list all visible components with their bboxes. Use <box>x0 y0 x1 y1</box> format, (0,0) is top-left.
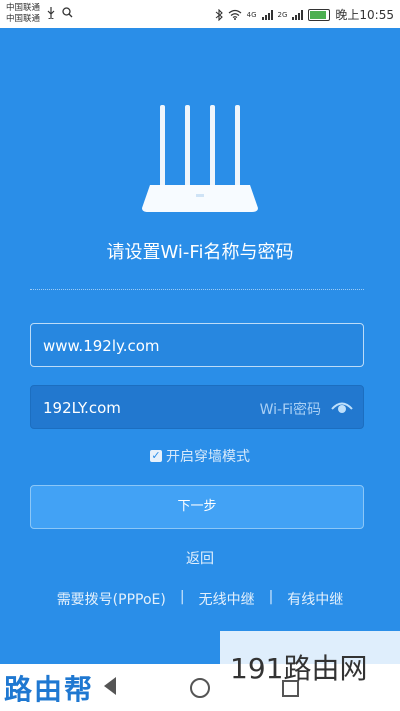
connection-mode-links: 需要拨号(PPPoE) | 无线中继 | 有线中继 <box>0 589 400 609</box>
pppoe-link[interactable]: 需要拨号(PPPoE) <box>57 589 166 609</box>
wifi-password-label: Wi-Fi密码 <box>259 402 321 418</box>
wired-relay-link[interactable]: 有线中继 <box>287 589 343 609</box>
bluetooth-icon <box>215 8 223 21</box>
battery-icon <box>308 8 331 21</box>
link-separator-2: | <box>268 589 274 605</box>
watermark-left: 路由帮 <box>4 673 95 706</box>
eye-icon[interactable] <box>331 400 353 414</box>
battery-fill <box>310 10 326 19</box>
nav-back-icon[interactable] <box>104 677 116 695</box>
back-link[interactable]: 返回 <box>0 548 400 568</box>
nav-home-icon[interactable] <box>190 678 210 698</box>
status-bar: 中国联通 中国联通 4G 2G 晚上10:55 <box>0 0 400 28</box>
link-separator-1: | <box>179 589 185 605</box>
usb-icon <box>47 7 55 19</box>
signal-bars-1-icon <box>261 9 273 20</box>
wireless-relay-link[interactable]: 无线中继 <box>199 589 255 609</box>
status-right: 4G 2G 晚上10:55 <box>215 6 394 23</box>
network-badge-1: 4G <box>246 10 257 19</box>
carrier-name-2: 中国联通 <box>6 14 41 24</box>
signal-bars-2-icon <box>292 9 304 20</box>
wifi-icon <box>228 9 242 20</box>
wall-mode-label: 开启穿墙模式 <box>166 449 250 465</box>
checkbox-checked-icon[interactable]: ✓ <box>150 450 162 462</box>
carrier-info: 中国联通 中国联通 <box>6 3 40 25</box>
network-badge-2: 2G <box>277 10 288 19</box>
divider <box>30 289 364 290</box>
wall-mode-toggle[interactable]: ✓ 开启穿墙模式 <box>0 446 400 466</box>
wifi-name-field[interactable]: www.192ly.com <box>30 323 364 367</box>
carrier-name-1: 中国联通 <box>6 3 41 13</box>
status-time: 晚上10:55 <box>335 8 394 22</box>
wifi-password-field[interactable]: 192LY.com Wi-Fi密码 <box>30 385 364 429</box>
wifi-password-value: 192LY.com <box>43 399 121 417</box>
page-title: 请设置Wi-Fi名称与密码 <box>106 242 294 263</box>
watermark-right: 191路由网 <box>230 652 368 685</box>
status-icons-left <box>46 7 73 19</box>
search-icon <box>62 7 73 18</box>
wifi-name-value: www.192ly.com <box>43 337 160 355</box>
next-button[interactable]: 下一步 <box>30 485 364 529</box>
router-illustration <box>142 105 258 212</box>
